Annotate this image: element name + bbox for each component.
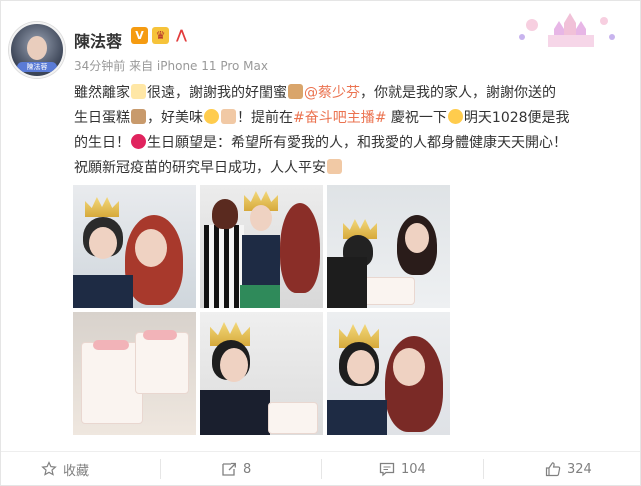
post-text-part: ，你就是我的家人，謝謝你送的: [360, 85, 556, 101]
pray-emoji-icon: [327, 159, 342, 174]
avatar-label: 陳法蓉: [17, 62, 57, 72]
castle-decoration-icon: [519, 13, 615, 47]
post-time[interactable]: 34分钟前: [74, 59, 125, 73]
like-count: 324: [567, 461, 592, 477]
comment-button[interactable]: 104: [379, 452, 426, 486]
post-text-part: 慶祝一下: [386, 110, 447, 126]
comment-icon: [379, 462, 395, 477]
post-source[interactable]: 来自 iPhone 11 Pro Max: [129, 59, 268, 73]
comment-count: 104: [401, 461, 426, 477]
verified-badge-icon[interactable]: V: [131, 27, 148, 44]
post-meta: 34分钟前 来自 iPhone 11 Pro Max: [74, 57, 268, 74]
cake-emoji-icon: [131, 109, 146, 124]
post-text-part: ，好美味: [147, 110, 203, 126]
divider: [160, 459, 161, 479]
divider: [321, 459, 322, 479]
divider: [483, 459, 484, 479]
star-icon: [41, 461, 57, 476]
photo-4[interactable]: [73, 312, 196, 435]
house-emoji-icon: [131, 84, 146, 99]
post-text-part: 生日蛋糕: [74, 110, 130, 126]
action-bar: 收藏 8 104 324: [1, 451, 640, 486]
photo-2[interactable]: [200, 185, 323, 308]
smile-emoji-icon: [204, 109, 219, 124]
post-text-part: 明天1028便是我: [463, 110, 570, 126]
favorite-button[interactable]: 收藏: [41, 452, 89, 486]
topic-link[interactable]: #奋斗吧主播#: [293, 110, 386, 126]
post-text-part: 很遠，謝謝我的好閨蜜: [147, 85, 287, 101]
weibo-post-card: 陳法蓉 陳法蓉 V ♛ ⋀ 34分钟前 来自 iPhone 11 Pro Max…: [0, 0, 641, 486]
photo-5[interactable]: [200, 312, 323, 435]
repost-count: 8: [243, 461, 252, 477]
crown-badge-icon[interactable]: ♛: [152, 27, 169, 44]
thumbs-up-icon: [545, 462, 561, 477]
post-text-part: 雖然離家: [74, 85, 130, 101]
post-text-part: 生日願望是：希望所有愛我的人，和我愛的人都身體健康天天開心！: [147, 135, 567, 151]
heart-emoji-icon: [131, 134, 146, 149]
photo-grid: [73, 185, 450, 435]
like-button[interactable]: 324: [545, 452, 592, 486]
laugh-emoji-icon: [447, 109, 463, 124]
post-text: 雖然離家 很遠，謝謝我的好閨蜜 @蔡少芬，你就是我的家人，謝謝你送的 生日蛋糕 ，好美…: [74, 81, 619, 181]
mention-link[interactable]: @蔡少芬: [304, 85, 360, 101]
share-icon: [222, 462, 236, 476]
avatar-face: [27, 36, 47, 60]
favorite-label: 收藏: [63, 463, 90, 479]
user-badges: V ♛ ⋀: [131, 27, 190, 44]
photo-3[interactable]: [327, 185, 450, 308]
avatar[interactable]: 陳法蓉: [9, 22, 65, 78]
photo-6[interactable]: [327, 312, 450, 435]
user-name[interactable]: 陳法蓉: [74, 28, 122, 52]
photo-1[interactable]: [73, 185, 196, 308]
thumbs-up-emoji-icon: [221, 109, 236, 124]
post-text-part: ！提前在: [237, 110, 293, 126]
post-text-part: 祝願新冠疫苗的研究早日成功，人人平安: [74, 160, 326, 176]
two-women-emoji-icon: [288, 84, 303, 99]
post-text-part: 的生日！: [74, 135, 130, 151]
repost-button[interactable]: 8: [221, 452, 251, 486]
red-v-badge-icon[interactable]: ⋀: [173, 27, 190, 44]
